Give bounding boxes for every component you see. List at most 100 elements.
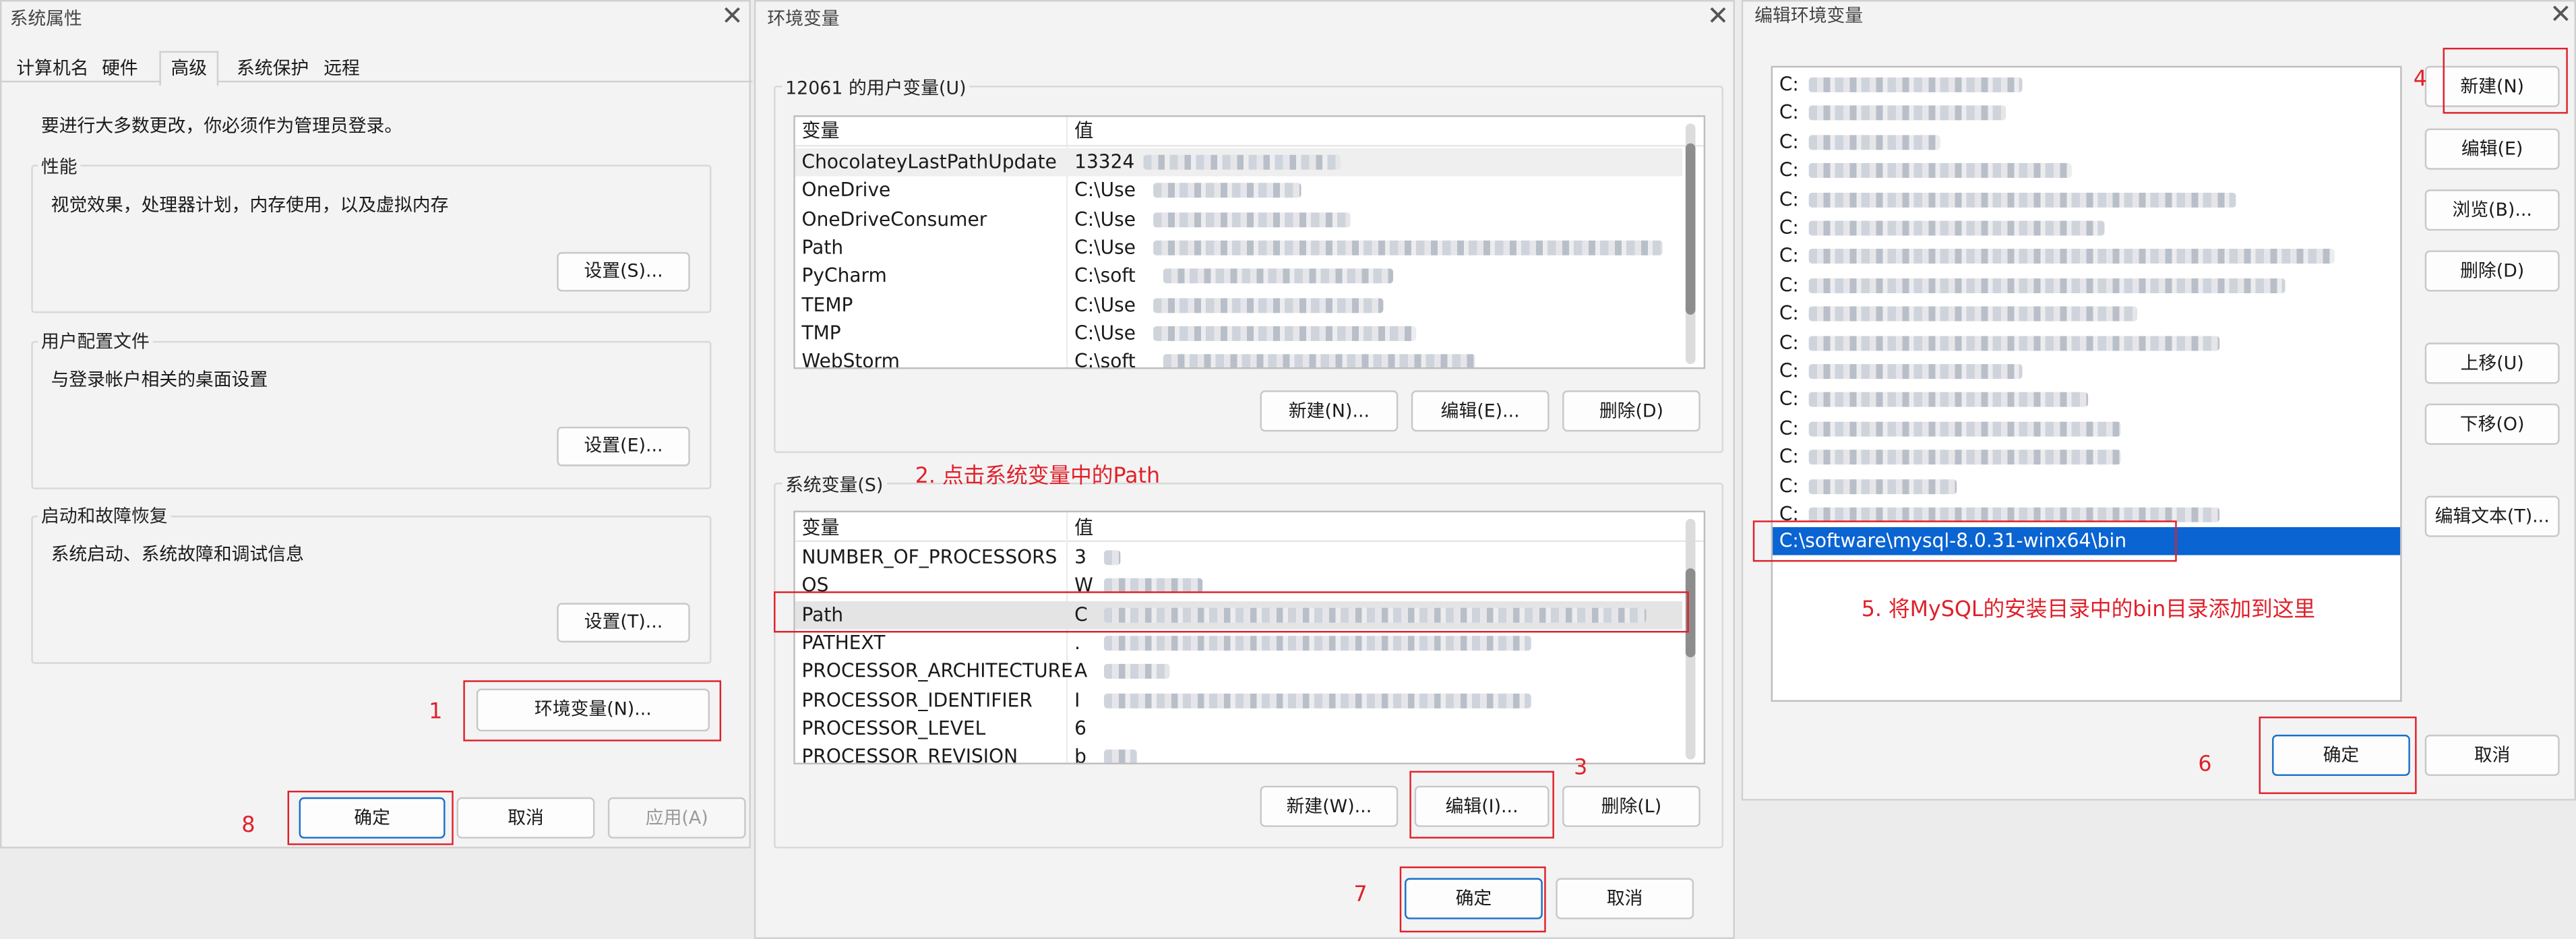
list-item[interactable]: C:	[1773, 185, 2397, 214]
redacted-value-mask	[1808, 392, 2089, 408]
highlight-env-ok-button	[1399, 866, 1546, 933]
sys-cancel-button[interactable]: 取消	[456, 797, 595, 839]
highlight-env-variables-button	[463, 680, 722, 741]
user-profile-group	[31, 340, 712, 489]
tab-remote[interactable]: 远程	[324, 56, 360, 82]
table-row[interactable]: OneDriveConsumer C:\Use	[795, 205, 1682, 233]
edit-edit-button[interactable]: 编辑(E)	[2424, 128, 2560, 170]
variable-value: C:\Use	[1074, 206, 1136, 231]
screenshot-canvas: 系统属性 ✕ 计算机名 硬件 高级 系统保护 远程 要进行大多数更改，你必须作为…	[0, 0, 2576, 939]
redacted-value-mask	[1808, 77, 2023, 92]
list-item[interactable]: C:	[1773, 157, 2397, 185]
startup-recovery-settings-button[interactable]: 设置(T)...	[557, 603, 690, 643]
table-row[interactable]: TEMP C:\Use	[795, 291, 1682, 319]
variable-value: C:\Use	[1074, 321, 1136, 344]
variable-name: PROCESSOR_ARCHITECTURE	[801, 659, 1073, 683]
env-cancel-button[interactable]: 取消	[1556, 878, 1694, 919]
variable-name: TEMP	[801, 292, 853, 315]
col-value-header[interactable]: 值	[1074, 514, 1093, 542]
list-item[interactable]: C:	[1773, 71, 2397, 99]
highlight-path-row	[774, 591, 1689, 633]
list-item[interactable]: C:	[1773, 357, 2397, 386]
table-row[interactable]: PyCharm C:\soft	[795, 262, 1682, 291]
tab-computer-name[interactable]: 计算机名	[16, 56, 88, 82]
tab-hardware[interactable]: 硬件	[102, 56, 138, 82]
annotation-step-3: 3	[1574, 756, 1588, 781]
path-entry-text: C:	[1779, 216, 1799, 239]
variable-value: 6	[1074, 716, 1086, 739]
redacted-value-mask	[1808, 191, 2236, 207]
user-new-button[interactable]: 新建(N)...	[1260, 390, 1399, 432]
edit-text-button[interactable]: 编辑文本(T)...	[2424, 495, 2560, 537]
redacted-value-mask	[1143, 154, 1341, 170]
variable-name: ChocolateyLastPathUpdate	[801, 150, 1057, 173]
col-variable-header[interactable]: 变量	[802, 117, 840, 146]
table-row[interactable]: ChocolateyLastPathUpdate 13324	[795, 148, 1682, 177]
list-item[interactable]: C:	[1773, 214, 2397, 243]
table-row[interactable]: PROCESSOR_ARCHITECTURE A	[795, 658, 1682, 686]
list-item[interactable]: C:	[1773, 472, 2397, 500]
variable-name: OneDrive	[801, 178, 891, 202]
table-row[interactable]: OneDrive C:\Use	[795, 177, 1682, 205]
annotation-step-2: 2. 点击系统变量中的Path	[915, 464, 1161, 489]
redacted-value-mask	[1808, 364, 2023, 380]
list-item[interactable]: C:	[1773, 329, 2397, 357]
user-variables-table[interactable]: 变量 值 ChocolateyLastPathUpdate 13324 OneDri…	[793, 115, 1706, 369]
performance-settings-button[interactable]: 设置(S)...	[557, 251, 690, 292]
variable-value: C:\Use	[1074, 292, 1136, 315]
user-profile-settings-button[interactable]: 设置(E)...	[557, 426, 690, 466]
highlight-new-path-entry	[1752, 520, 2177, 562]
list-item[interactable]: C:	[1773, 100, 2397, 128]
table-row[interactable]: PROCESSOR_IDENTIFIER I	[795, 686, 1682, 715]
user-edit-button[interactable]: 编辑(E)...	[1411, 390, 1550, 432]
col-value-header[interactable]: 值	[1074, 117, 1093, 146]
close-icon[interactable]: ✕	[721, 3, 743, 30]
annotation-step-4: 4	[2413, 67, 2427, 92]
edit-move-down-button[interactable]: 下移(O)	[2424, 403, 2560, 445]
list-item[interactable]: C:	[1773, 386, 2397, 415]
col-variable-header[interactable]: 变量	[802, 514, 840, 542]
table-row[interactable]: WebStorm C:\soft	[795, 348, 1682, 369]
table-row[interactable]: Path C:\Use	[795, 234, 1682, 262]
path-entry-text: C:	[1779, 72, 1799, 96]
variable-value: 13324	[1074, 150, 1135, 173]
tab-system-protection[interactable]: 系统保护	[237, 56, 309, 82]
user-variables-label: 12061 的用户变量(U)	[782, 73, 970, 101]
tab-advanced[interactable]: 高级	[159, 51, 219, 86]
list-item[interactable]: C:	[1773, 128, 2397, 156]
redacted-value-mask	[1104, 664, 1170, 679]
table-row[interactable]: NUMBER_OF_PROCESSORS 3	[795, 543, 1682, 572]
system-new-button[interactable]: 新建(W)...	[1260, 785, 1399, 827]
table-row[interactable]: PROCESSOR_REVISION b	[795, 743, 1682, 763]
redacted-value-mask	[1153, 212, 1351, 227]
list-item[interactable]: C:	[1773, 415, 2397, 443]
table-row[interactable]: TMP C:\Use	[795, 320, 1682, 348]
startup-recovery-desc: 系统启动、系统故障和调试信息	[51, 543, 304, 566]
list-item[interactable]: C:	[1773, 444, 2397, 472]
scrollbar-thumb[interactable]	[1685, 143, 1696, 315]
table-row[interactable]: PROCESSOR_LEVEL 6	[795, 715, 1682, 743]
sys-apply-button: 应用(A)	[607, 797, 746, 839]
edit-move-up-button[interactable]: 上移(U)	[2424, 342, 2560, 384]
variable-value: C:\Use	[1074, 235, 1136, 259]
table-row[interactable]: PATHEXT.	[795, 629, 1682, 657]
list-item[interactable]: C:	[1773, 243, 2397, 271]
system-delete-button[interactable]: 删除(L)	[1562, 785, 1700, 827]
list-item[interactable]: C:	[1773, 300, 2397, 328]
edit-delete-button[interactable]: 删除(D)	[2424, 250, 2560, 292]
list-item[interactable]: C:	[1773, 272, 2397, 300]
redacted-value-mask	[1153, 240, 1663, 255]
system-variables-table[interactable]: 变量 值 NUMBER_OF_PROCESSORS 3 OS W Path C PATHEX…	[793, 510, 1706, 764]
variable-name: WebStorm	[801, 349, 900, 369]
close-icon[interactable]: ✕	[2550, 1, 2572, 28]
redacted-value-mask	[1808, 220, 2105, 236]
edit-browse-button[interactable]: 浏览(B)...	[2424, 189, 2560, 231]
user-delete-button[interactable]: 删除(D)	[1562, 390, 1700, 432]
redacted-value-mask	[1808, 106, 2006, 121]
edit-cancel-button[interactable]: 取消	[2424, 734, 2560, 777]
highlight-sys-ok-button	[287, 791, 454, 845]
path-entry-text: C:	[1779, 445, 1799, 468]
path-entry-text: C:	[1779, 129, 1799, 153]
close-icon[interactable]: ✕	[1707, 3, 1729, 30]
path-entry-text: C:	[1779, 301, 1799, 325]
